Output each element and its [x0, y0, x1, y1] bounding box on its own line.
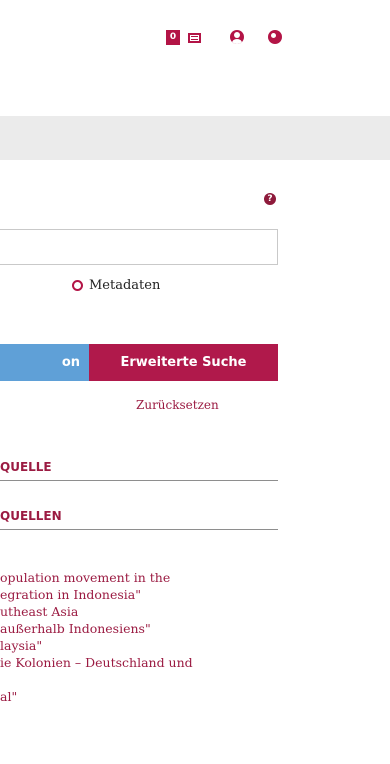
result-line[interactable]: al" [0, 688, 390, 705]
search-input[interactable] [0, 229, 278, 265]
result-line[interactable]: außerhalb Indonesiens" [0, 620, 390, 637]
navigation-bar [0, 116, 390, 160]
result-line[interactable]: opulation movement in the [0, 569, 390, 586]
section-heading-quelle[interactable]: QUELLE [0, 457, 278, 481]
advanced-search-button[interactable]: Erweiterte Suche [89, 344, 278, 381]
cart-count-badge[interactable]: 0 [166, 30, 180, 45]
help-icon[interactable]: ? [264, 193, 276, 205]
result-line[interactable]: ie Kolonien – Deutschland und [0, 654, 390, 671]
radio-circle-icon[interactable] [72, 280, 83, 291]
globe-icon[interactable] [268, 30, 282, 44]
result-line[interactable]: laysia" [0, 637, 390, 654]
reset-link[interactable]: Zurücksetzen [136, 398, 219, 412]
result-line[interactable]: utheast Asia [0, 603, 390, 620]
results-list: opulation movement in the egration in In… [0, 569, 390, 705]
radio-label: Metadaten [89, 278, 161, 293]
result-line[interactable]: egration in Indonesia" [0, 586, 390, 603]
section-heading-quellen[interactable]: QUELLEN [0, 506, 278, 530]
result-line[interactable] [0, 671, 390, 688]
list-icon[interactable] [188, 33, 201, 43]
user-icon[interactable] [230, 30, 244, 44]
